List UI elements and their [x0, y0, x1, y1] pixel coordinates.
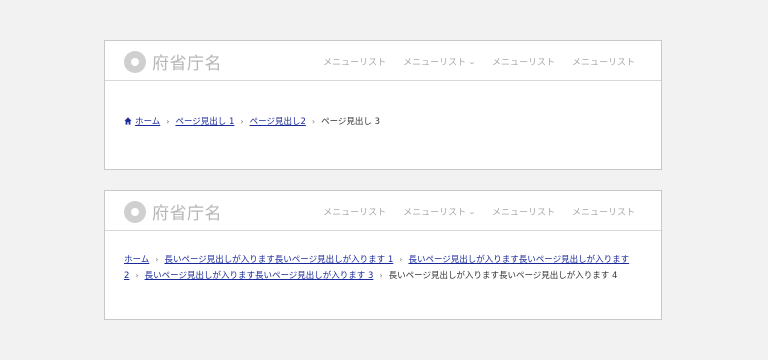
chevron-down-icon: ⌄	[467, 207, 477, 216]
nav-item-label: メニューリスト	[403, 58, 467, 68]
breadcrumb-link[interactable]: 長いページ見出しが入ります長いページ見出しが入ります 1	[164, 255, 393, 265]
logo-mark-icon	[124, 50, 146, 73]
site-name: 府省庁名	[152, 54, 222, 74]
logo-mark-icon	[124, 200, 146, 223]
breadcrumb-example-short: 府省庁名 メニューリスト メニューリスト ⌄ メニューリスト メニューリスト ホー…	[104, 40, 662, 170]
nav-item-2-dropdown[interactable]: メニューリスト ⌄	[403, 55, 477, 69]
breadcrumb-separator: ›	[311, 117, 316, 126]
site-header: 府省庁名 メニューリスト メニューリスト ⌄ メニューリスト メニューリスト	[105, 41, 661, 81]
home-icon	[124, 117, 132, 125]
breadcrumb: ホーム › ページ見出し 1 › ページ見出し2 › ページ見出し 3	[124, 114, 642, 130]
breadcrumb-separator: ›	[240, 117, 244, 126]
breadcrumb-separator: ›	[166, 117, 170, 126]
breadcrumb-separator: ›	[155, 255, 159, 264]
nav-item-label: メニューリスト	[403, 208, 467, 218]
nav-item-label: メニューリスト	[323, 208, 387, 218]
breadcrumb-link[interactable]: ページ見出し2	[250, 117, 306, 127]
nav-item-3[interactable]: メニューリスト	[492, 205, 555, 218]
nav-item-4[interactable]: メニューリスト	[572, 55, 635, 68]
nav-item-label: メニューリスト	[571, 58, 635, 68]
breadcrumb-current: 長いページ見出しが入ります長いページ見出しが入ります 4	[388, 271, 618, 281]
nav-item-3[interactable]: メニューリスト	[492, 55, 555, 68]
site-name: 府省庁名	[152, 204, 222, 224]
nav-item-label: メニューリスト	[323, 58, 387, 68]
nav-item-2-dropdown[interactable]: メニューリスト ⌄	[403, 205, 477, 219]
nav-item-1[interactable]: メニューリスト	[323, 205, 386, 218]
breadcrumb-link-home[interactable]: ホーム	[135, 117, 160, 127]
nav-item-label: メニューリスト	[491, 208, 555, 218]
nav-item-4[interactable]: メニューリスト	[572, 205, 635, 218]
breadcrumb-separator: ›	[399, 255, 403, 264]
breadcrumb-separator: ›	[379, 271, 383, 280]
nav-item-label: メニューリスト	[571, 208, 635, 218]
site-logo[interactable]: 府省庁名	[124, 49, 222, 74]
breadcrumb-current: ページ見出し 3	[321, 117, 381, 127]
breadcrumb-separator: ›	[135, 271, 139, 280]
global-nav: メニューリスト メニューリスト ⌄ メニューリスト メニューリスト	[323, 205, 635, 219]
breadcrumb: ホーム › 長いページ見出しが入ります長いページ見出しが入ります 1 › 長いページ見出…	[124, 252, 642, 284]
breadcrumb-example-long: 府省庁名 メニューリスト メニューリスト ⌄ メニューリスト メニューリスト ホー…	[104, 190, 662, 320]
breadcrumb-link[interactable]: 長いページ見出しが入ります長いページ見出しが入ります 3	[145, 271, 374, 281]
chevron-down-icon: ⌄	[467, 57, 477, 66]
nav-item-1[interactable]: メニューリスト	[323, 55, 386, 68]
breadcrumb-link-home[interactable]: ホーム	[124, 255, 149, 265]
nav-item-label: メニューリスト	[491, 58, 555, 68]
site-header: 府省庁名 メニューリスト メニューリスト ⌄ メニューリスト メニューリスト	[105, 191, 661, 231]
site-logo[interactable]: 府省庁名	[124, 199, 222, 224]
breadcrumb-link[interactable]: ページ見出し 1	[175, 117, 234, 127]
global-nav: メニューリスト メニューリスト ⌄ メニューリスト メニューリスト	[323, 55, 635, 69]
